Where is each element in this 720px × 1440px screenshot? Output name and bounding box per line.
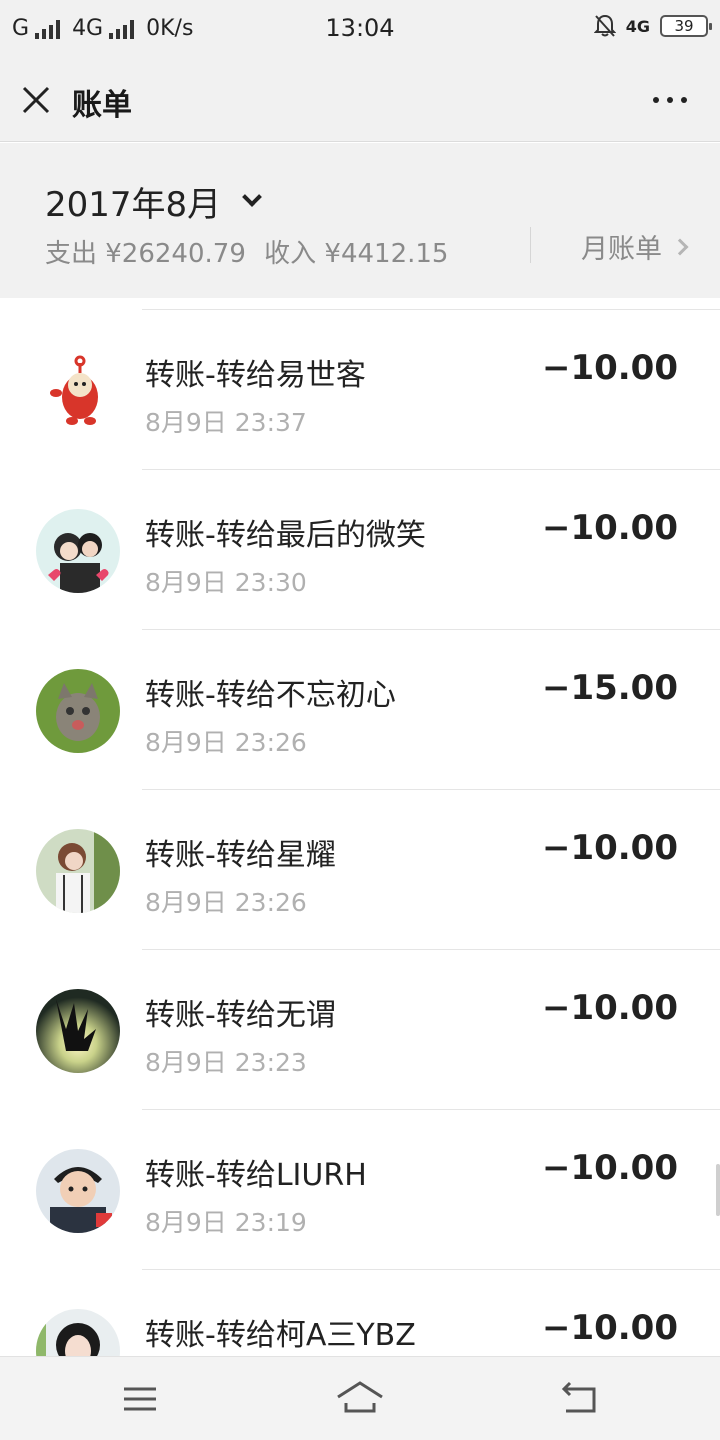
scrollbar[interactable]: [716, 1164, 720, 1216]
month-label: 2017年8月: [45, 185, 222, 225]
transaction-amount: −10.00: [541, 348, 678, 388]
transaction-row[interactable]: 转账-转给易世客 8月9日 23:37 −10.00: [0, 310, 720, 470]
transaction-amount: −10.00: [541, 828, 678, 868]
transaction-row[interactable]: 转账-转给无谓 8月9日 23:23 −10.00: [0, 950, 720, 1110]
close-icon[interactable]: [18, 82, 54, 118]
transaction-time: 8月9日 23:30: [145, 568, 307, 597]
transaction-row[interactable]: 转账-转给不忘初心 8月9日 23:26 −15.00: [0, 630, 720, 790]
transaction-time: 8月9日 23:26: [145, 728, 307, 757]
chevron-right-icon: [671, 238, 689, 255]
sunset-hand-avatar: [36, 989, 120, 1073]
transaction-row[interactable]: 转账-转给星耀 8月9日 23:26 −10.00: [0, 790, 720, 950]
transaction-amount: −10.00: [541, 508, 678, 548]
divider: [530, 227, 531, 263]
battery-icon: 39: [660, 15, 712, 37]
system-nav-bar: [0, 1356, 720, 1440]
transaction-title: 转账-转给LIURH: [145, 1158, 367, 1193]
expense-total: 支出 ¥26240.79: [45, 239, 246, 269]
status-bar: G 4G 0K/s 13:04 4G 39: [0, 0, 720, 58]
transaction-row[interactable]: 转账-转给LIURH 8月9日 23:19 −10.00: [0, 1110, 720, 1270]
menu-icon[interactable]: [116, 1375, 164, 1423]
transaction-row[interactable]: 转账-转给最后的微笑 8月9日 23:30 −10.00: [0, 470, 720, 630]
title-bar: 账单: [0, 58, 720, 142]
chevron-down-icon: [242, 186, 263, 207]
home-icon[interactable]: [336, 1375, 384, 1423]
transaction-title: 转账-转给不忘初心: [145, 678, 396, 713]
transaction-amount: −15.00: [541, 668, 678, 708]
transaction-time: 8月9日 23:26: [145, 888, 307, 917]
couple-avatar: [36, 509, 120, 593]
transaction-amount: −10.00: [541, 988, 678, 1028]
transaction-amount: −10.00: [541, 1308, 678, 1348]
transaction-amount: −10.00: [541, 1148, 678, 1188]
transaction-title: 转账-转给无谓: [145, 998, 336, 1033]
monthly-bill-label: 月账单: [581, 234, 662, 265]
monthly-bill-link[interactable]: 月账单: [581, 227, 689, 266]
red-cartoon-avatar: [36, 349, 120, 433]
back-icon[interactable]: [556, 1375, 604, 1423]
transaction-time: 8月9日 23:19: [145, 1208, 307, 1237]
page-title: 账单: [72, 88, 132, 123]
bill-summary: 2017年8月 支出 ¥26240.79 收入 ¥4412.15 月账单: [0, 143, 720, 298]
month-selector[interactable]: 2017年8月: [45, 177, 263, 226]
more-options-icon[interactable]: [650, 86, 690, 114]
transaction-title: 转账-转给柯A三YBZ: [145, 1318, 416, 1353]
transaction-row[interactable]: 转账-转给柯A三YBZ −10.00: [0, 1270, 720, 1356]
transaction-title: 转账-转给最后的微笑: [145, 518, 426, 553]
income-total: 收入 ¥4412.15: [264, 239, 449, 269]
cartoon-boy-avatar: [36, 1149, 120, 1233]
kitten-avatar: [36, 669, 120, 753]
transaction-title: 转账-转给易世客: [145, 358, 366, 393]
girl-avatar: [36, 829, 120, 913]
status-right: 4G 39: [593, 14, 712, 38]
transaction-title: 转账-转给星耀: [145, 838, 336, 873]
transaction-time: 8月9日 23:23: [145, 1048, 307, 1077]
totals: 支出 ¥26240.79 收入 ¥4412.15: [45, 233, 448, 270]
woman-avatar: [36, 1309, 120, 1356]
transaction-list[interactable]: 转账-转给易世客 8月9日 23:37 −10.00 转账-转给最后的微笑 8月…: [0, 298, 720, 1356]
network-type: 4G: [625, 16, 650, 36]
transaction-time: 8月9日 23:37: [145, 408, 307, 437]
bell-muted-icon: [593, 14, 616, 37]
